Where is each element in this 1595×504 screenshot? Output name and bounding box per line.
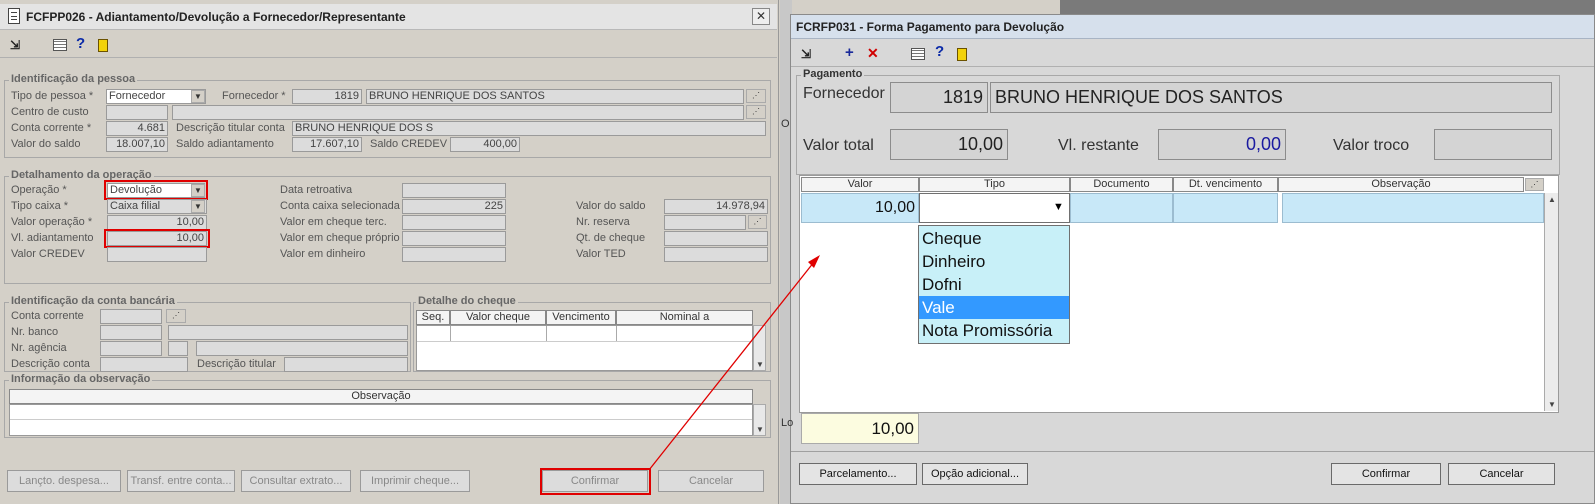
annotation-arrow (648, 255, 820, 471)
